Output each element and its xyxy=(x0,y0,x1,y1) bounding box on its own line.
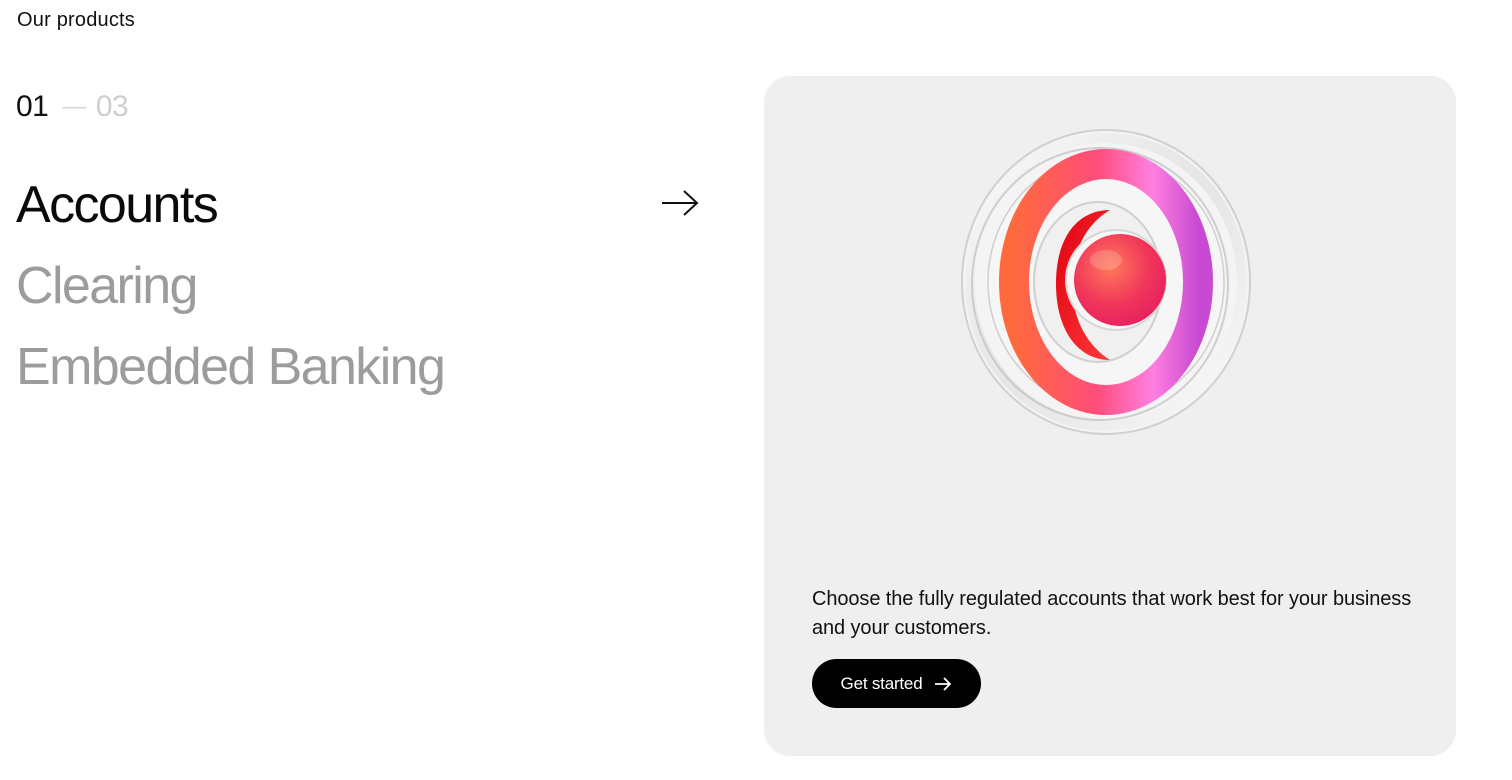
counter-separator: — xyxy=(62,93,86,120)
product-item-embedded-banking[interactable]: Embedded Banking xyxy=(16,326,706,407)
product-card: Choose the fully regulated accounts that… xyxy=(764,76,1456,756)
product-item-accounts[interactable]: Accounts xyxy=(16,164,706,245)
arrow-right-icon[interactable] xyxy=(660,188,700,218)
counter-current: 01 xyxy=(16,90,49,123)
get-started-label: Get started xyxy=(840,673,923,693)
product-item-label: Accounts xyxy=(16,175,219,234)
product-item-label: Embedded Banking xyxy=(16,337,446,396)
arrow-right-icon xyxy=(935,676,952,691)
glossy-ring-sphere-illustration xyxy=(961,129,1251,435)
get-started-button[interactable]: Get started xyxy=(812,659,981,708)
product-item-label: Clearing xyxy=(16,256,198,315)
counter-total: 03 xyxy=(95,90,129,123)
section-label: Our products xyxy=(17,9,136,31)
card-description: Choose the fully regulated accounts that… xyxy=(812,588,1412,639)
product-item-clearing[interactable]: Clearing xyxy=(16,245,706,326)
product-counter: 01 — 03 xyxy=(16,90,129,124)
product-list: Accounts Clearing Embedded Banking xyxy=(16,164,706,407)
